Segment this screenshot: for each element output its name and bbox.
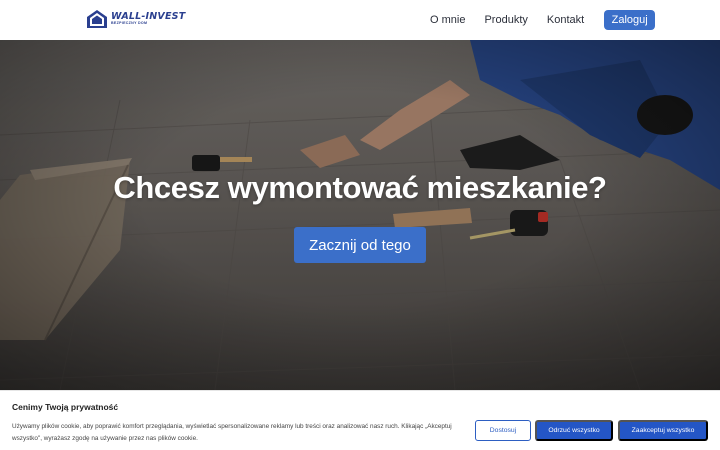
nav-link-contact[interactable]: Kontakt: [547, 14, 584, 26]
floor-installation-photo: [0, 40, 720, 390]
cookie-title: Cenimy Twoją prywatność: [12, 402, 119, 412]
house-logo-icon: [87, 10, 107, 28]
hero-cta-button[interactable]: Zacznij od tego: [294, 227, 426, 263]
logo-tagline: BEZPIECZNY DOM: [111, 21, 148, 26]
cookie-customize-button[interactable]: Dostosuj: [475, 420, 531, 441]
cookie-banner: Cenimy Twoją prywatność Używamy plików c…: [0, 390, 720, 450]
site-header: WALL-INVEST BEZPIECZNY DOM O mnie Produk…: [0, 0, 720, 40]
main-nav: O mnie Produkty Kontakt Zaloguj: [430, 0, 656, 40]
cookie-accept-button[interactable]: Zaakceptuj wszystko: [618, 420, 708, 441]
hero-section: Chcesz wymontować mieszkanie? Zacznij od…: [0, 40, 720, 390]
cookie-text: Używamy plików cookie, aby poprawić komf…: [12, 423, 452, 442]
cookie-reject-button[interactable]: Odrzuć wszystko: [535, 420, 613, 441]
logo-name: WALL-INVEST: [111, 10, 186, 22]
nav-link-about[interactable]: O mnie: [430, 14, 465, 26]
logo[interactable]: WALL-INVEST BEZPIECZNY DOM: [86, 9, 185, 29]
hero-title: Chcesz wymontować mieszkanie?: [113, 170, 607, 205]
nav-link-products[interactable]: Produkty: [484, 14, 527, 26]
logo-text: WALL-INVEST BEZPIECZNY DOM: [111, 12, 185, 26]
login-button[interactable]: Zaloguj: [604, 10, 656, 30]
